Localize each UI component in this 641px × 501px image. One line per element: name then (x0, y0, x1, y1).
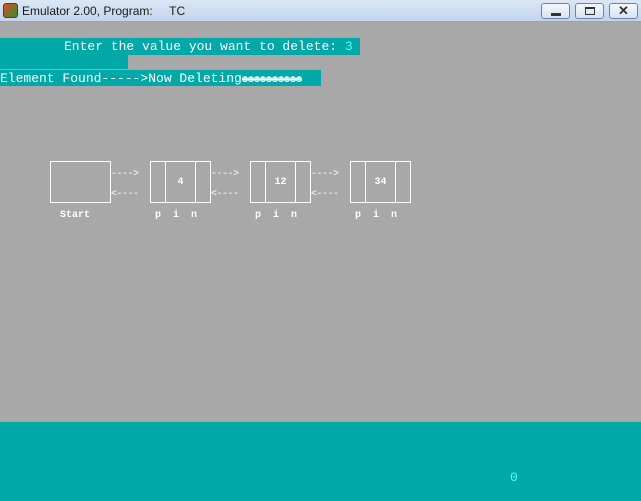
close-button[interactable]: ✕ (609, 3, 638, 19)
cell-divider (295, 162, 296, 202)
list-node-1: 4 (150, 161, 211, 203)
node-value: 4 (177, 177, 184, 188)
node-labels: p i n (155, 210, 198, 221)
maximize-icon (585, 7, 595, 15)
back-arrow-3: <---- (311, 189, 339, 200)
back-arrow-1: <---- (111, 189, 139, 200)
start-label: Start (60, 210, 91, 221)
delete-prompt-text: Enter the value you want to delete: (64, 39, 345, 54)
window-title: Emulator 2.00, Program: TC (22, 4, 186, 18)
cell-divider (195, 162, 196, 202)
node-labels: p i n (355, 210, 398, 221)
app-icon[interactable] (3, 3, 18, 18)
counter-value: 0 (510, 470, 518, 485)
status-line: Element Found----->Now Deleting☻☻☻☻☻☻☻☻☻… (0, 72, 302, 88)
list-node-3: 34 (350, 161, 411, 203)
forward-arrow-2: ----> (211, 169, 239, 180)
close-icon: ✕ (618, 3, 629, 18)
delete-prompt: Enter the value you want to delete: 3 (64, 40, 353, 54)
window-titlebar: Emulator 2.00, Program: TC ✕ (0, 0, 641, 22)
node-labels: p i n (255, 210, 298, 221)
maximize-button[interactable] (575, 3, 604, 19)
forward-arrow-1: ----> (111, 169, 139, 180)
minimize-button[interactable] (541, 3, 570, 19)
cell-divider (395, 162, 396, 202)
forward-arrow-3: ----> (311, 169, 339, 180)
bottom-bar: 0 (0, 422, 641, 501)
node-value: 34 (374, 177, 387, 188)
list-node-2: 12 (250, 161, 311, 203)
prompt-highlight-tail (0, 55, 128, 69)
start-node (50, 161, 111, 203)
status-trail: ☻☻☻☻☻☻☻☻☻☻ (241, 75, 302, 86)
back-arrow-2: <---- (211, 189, 239, 200)
console-screen: Enter the value you want to delete: 3 El… (0, 22, 641, 422)
delete-value: 3 (344, 39, 353, 54)
status-text: Element Found----->Now Deleting (0, 71, 242, 86)
node-value: 12 (274, 177, 287, 188)
minimize-icon (551, 13, 561, 16)
